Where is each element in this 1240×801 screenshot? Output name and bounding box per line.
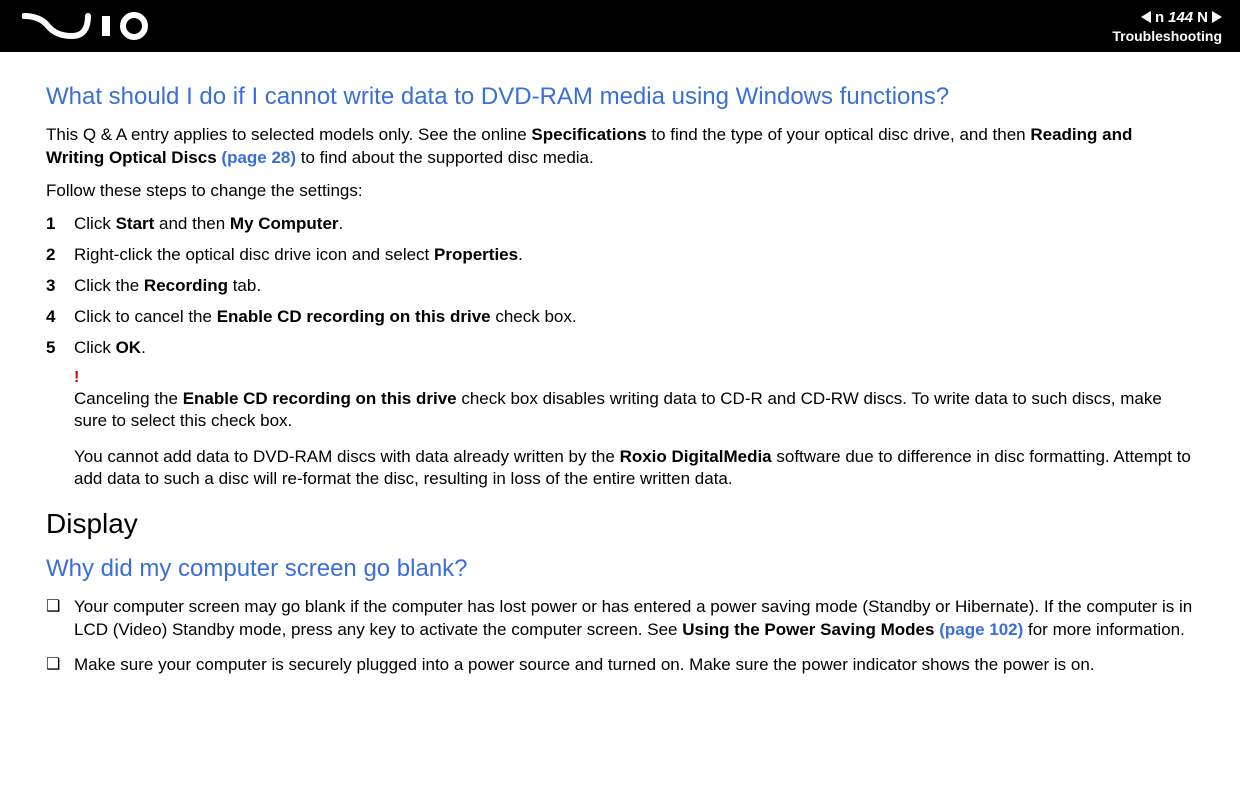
vaio-logo-svg	[22, 12, 162, 40]
step-text: Click the Recording tab.	[74, 275, 261, 298]
step-text: Click OK.	[74, 337, 146, 360]
text: Click to cancel the	[74, 307, 217, 326]
page-link-102[interactable]: (page 102)	[939, 620, 1023, 639]
next-page-icon[interactable]	[1212, 11, 1222, 23]
text-bold: Roxio DigitalMedia	[620, 447, 772, 466]
text: Click the	[74, 276, 144, 295]
intro-paragraph-2: Follow these steps to change the setting…	[46, 180, 1194, 203]
step-number: 4	[46, 307, 74, 327]
text: This Q & A entry applies to selected mod…	[46, 125, 531, 144]
text: Canceling the	[74, 389, 183, 408]
text: Click	[74, 214, 116, 233]
prev-page-icon[interactable]	[1141, 11, 1151, 23]
caution-icon: !	[74, 370, 1194, 386]
step-text: Click to cancel the Enable CD recording …	[74, 306, 577, 329]
text: .	[141, 338, 146, 357]
text: and then	[154, 214, 230, 233]
text: for more information.	[1023, 620, 1185, 639]
step-number: 3	[46, 276, 74, 296]
text: Right-click the optical disc drive icon …	[74, 245, 434, 264]
list-item: ❑ Make sure your computer is securely pl…	[46, 654, 1194, 677]
steps-list: 1 Click Start and then My Computer. 2 Ri…	[46, 213, 1194, 360]
header-right: n 144 N Troubleshooting	[1112, 9, 1222, 44]
header-bar: n 144 N Troubleshooting	[0, 0, 1240, 52]
vaio-logo	[22, 12, 162, 40]
text-bold: Recording	[144, 276, 228, 295]
bullet-text: Make sure your computer is securely plug…	[74, 654, 1095, 677]
step-row: 3 Click the Recording tab.	[46, 275, 1194, 298]
text: to find about the supported disc media.	[296, 148, 594, 167]
text-bold: Properties	[434, 245, 518, 264]
step-text: Click Start and then My Computer.	[74, 213, 343, 236]
caution-note: ! Canceling the Enable CD recording on t…	[74, 370, 1194, 490]
text-bold: My Computer	[230, 214, 339, 233]
step-row: 2 Right-click the optical disc drive ico…	[46, 244, 1194, 267]
text-bold: Enable CD recording on this drive	[217, 307, 491, 326]
text: .	[339, 214, 344, 233]
bullet-icon: ❑	[46, 596, 74, 618]
step-row: 4 Click to cancel the Enable CD recordin…	[46, 306, 1194, 329]
text-bold: Using the Power Saving Modes	[682, 620, 934, 639]
page-nav: n 144 N	[1141, 9, 1222, 26]
step-number: 5	[46, 338, 74, 358]
step-row: 5 Click OK.	[46, 337, 1194, 360]
text: check box.	[491, 307, 577, 326]
text-bold: OK	[116, 338, 142, 357]
page-content: What should I do if I cannot write data …	[0, 52, 1240, 709]
step-row: 1 Click Start and then My Computer.	[46, 213, 1194, 236]
n-label-lower: n	[1155, 9, 1164, 26]
note-paragraph-2: You cannot add data to DVD-RAM discs wit…	[74, 446, 1194, 490]
question-heading-1: What should I do if I cannot write data …	[46, 82, 1194, 112]
bullet-list: ❑ Your computer screen may go blank if t…	[46, 596, 1194, 677]
step-number: 2	[46, 245, 74, 265]
question-heading-2: Why did my computer screen go blank?	[46, 554, 1194, 584]
note-paragraph-1: Canceling the Enable CD recording on thi…	[74, 388, 1194, 432]
n-label-upper: N	[1197, 9, 1208, 26]
section-name: Troubleshooting	[1112, 28, 1222, 44]
text: You cannot add data to DVD-RAM discs wit…	[74, 447, 620, 466]
text: .	[518, 245, 523, 264]
text-bold: Specifications	[531, 125, 646, 144]
bullet-icon: ❑	[46, 654, 74, 676]
page-number: 144	[1168, 9, 1193, 26]
text: Click	[74, 338, 116, 357]
text: tab.	[228, 276, 261, 295]
intro-paragraph-1: This Q & A entry applies to selected mod…	[46, 124, 1194, 170]
bullet-text: Your computer screen may go blank if the…	[74, 596, 1194, 642]
text-bold: Enable CD recording on this drive	[183, 389, 457, 408]
text: to find the type of your optical disc dr…	[647, 125, 1031, 144]
step-text: Right-click the optical disc drive icon …	[74, 244, 523, 267]
page-link-28[interactable]: (page 28)	[221, 148, 296, 167]
section-heading-display: Display	[46, 508, 1194, 540]
text-bold: Start	[116, 214, 155, 233]
list-item: ❑ Your computer screen may go blank if t…	[46, 596, 1194, 642]
step-number: 1	[46, 214, 74, 234]
